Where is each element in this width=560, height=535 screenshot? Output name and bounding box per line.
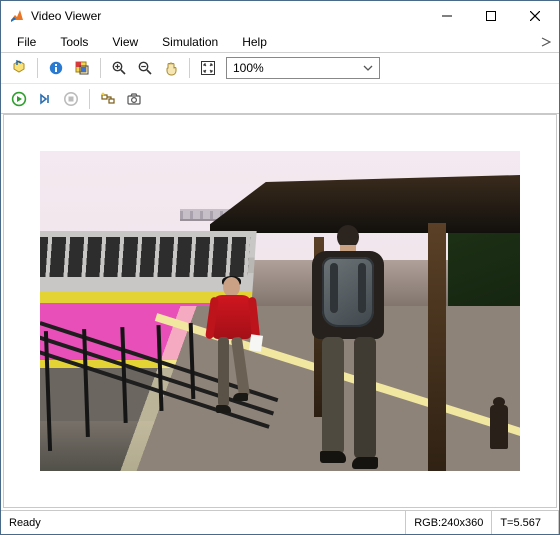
menu-view[interactable]: View <box>100 31 150 52</box>
separator <box>37 58 38 78</box>
video-canvas[interactable] <box>3 114 557 508</box>
zoom-input[interactable] <box>227 61 357 75</box>
zoom-in-button[interactable] <box>107 56 131 80</box>
status-format: RGB:240x360 <box>406 511 492 534</box>
snapshot-button[interactable] <box>122 87 146 111</box>
zoom-combobox[interactable] <box>226 57 380 79</box>
menu-help[interactable]: Help <box>230 31 279 52</box>
step-forward-button[interactable] <box>33 87 57 111</box>
statusbar: Ready RGB:240x360 T=5.567 <box>1 510 559 534</box>
video-info-button[interactable] <box>44 56 68 80</box>
stop-button[interactable] <box>59 87 83 111</box>
maximize-button[interactable] <box>469 2 513 30</box>
status-time: T=5.567 <box>492 511 549 534</box>
toolbar-main <box>1 53 559 83</box>
window-title: Video Viewer <box>31 9 425 23</box>
status-grip <box>549 511 559 534</box>
separator <box>89 89 90 109</box>
minimize-button[interactable] <box>425 2 469 30</box>
fit-to-window-button[interactable] <box>196 56 220 80</box>
separator <box>189 58 190 78</box>
menu-simulation[interactable]: Simulation <box>150 31 230 52</box>
menu-tools[interactable]: Tools <box>48 31 100 52</box>
window-controls <box>425 2 557 30</box>
close-button[interactable] <box>513 2 557 30</box>
app-window: Video Viewer File Tools View Simulation … <box>0 0 560 535</box>
separator <box>100 58 101 78</box>
status-ready: Ready <box>1 511 406 534</box>
pixel-region-button[interactable] <box>70 56 94 80</box>
menu-file[interactable]: File <box>5 31 48 52</box>
new-model-button[interactable] <box>7 56 31 80</box>
matlab-app-icon <box>9 8 25 24</box>
video-frame <box>40 151 520 471</box>
titlebar[interactable]: Video Viewer <box>1 1 559 31</box>
toolbar-playback <box>1 83 559 113</box>
toolbars <box>1 53 559 114</box>
video-frame-image <box>40 151 520 471</box>
pan-button[interactable] <box>159 56 183 80</box>
play-button[interactable] <box>7 87 31 111</box>
menubar: File Tools View Simulation Help <box>1 31 559 53</box>
toolbar-options-cue[interactable] <box>533 31 559 52</box>
highlight-block-button[interactable] <box>96 87 120 111</box>
zoom-out-button[interactable] <box>133 56 157 80</box>
chevron-down-icon[interactable] <box>357 63 379 73</box>
